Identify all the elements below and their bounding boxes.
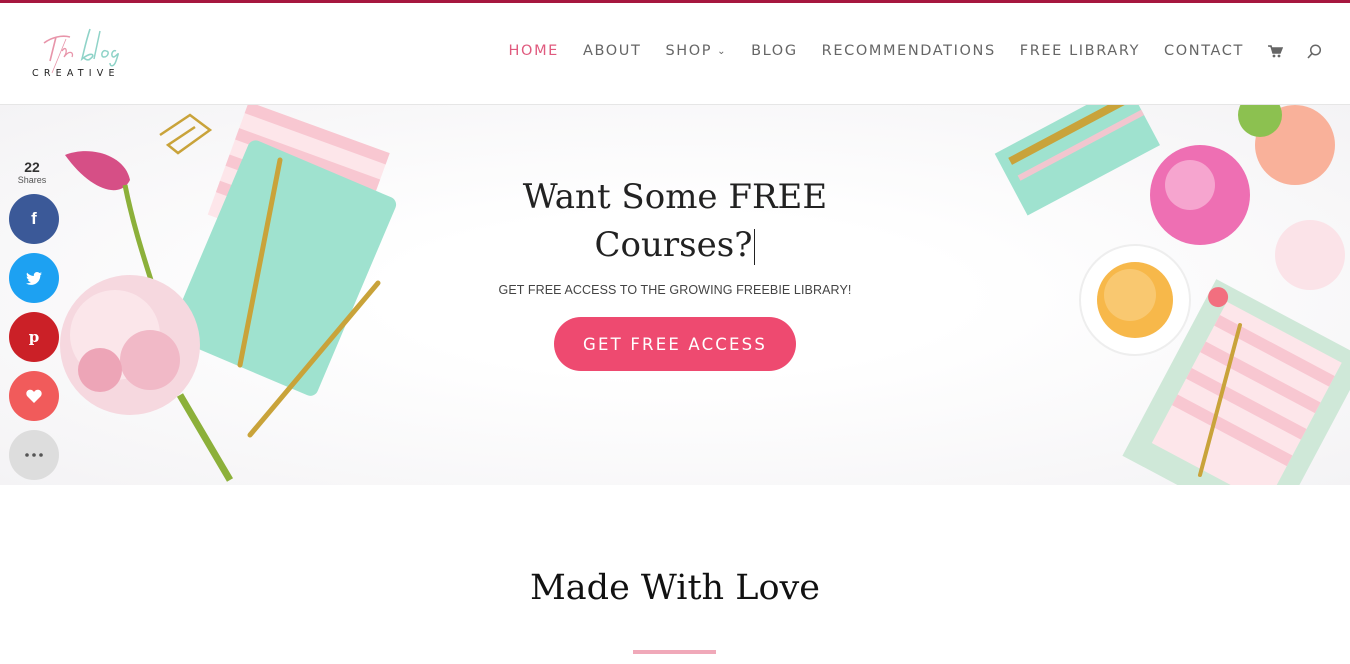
site-logo[interactable]: CREATIVE [30, 21, 155, 83]
section-divider [633, 650, 716, 654]
site-header: CREATIVE HOME ABOUT SHOP ⌄ BLOG RECOMMEND… [0, 3, 1350, 105]
typing-caret [754, 229, 756, 265]
nav-contact[interactable]: CONTACT [1164, 43, 1244, 59]
hero-content: Want Some FREE Courses? GET FREE ACCESS … [475, 173, 875, 371]
section-title: Made With Love [529, 568, 821, 608]
nav-recommendations[interactable]: RECOMMENDATIONS [822, 43, 996, 59]
share-count-label: Shares [17, 175, 47, 185]
facebook-share-button[interactable]: f [9, 194, 59, 244]
love-share-button[interactable] [9, 371, 59, 421]
hero-decor-left [60, 105, 397, 482]
twitter-share-button[interactable] [9, 253, 59, 303]
pinterest-icon: p [28, 328, 40, 346]
heart-icon [26, 389, 42, 403]
get-free-access-button[interactable]: GET FREE ACCESS [554, 317, 796, 371]
hero-subtitle: GET FREE ACCESS TO THE GROWING FREEBIE L… [498, 283, 852, 297]
more-dots-icon [25, 453, 43, 457]
social-share-bar: 22 Shares f p [9, 160, 59, 480]
nav-about[interactable]: ABOUT [583, 43, 642, 59]
hero-banner: Want Some FREE Courses? GET FREE ACCESS … [0, 105, 1350, 485]
logo-wordmark: CREATIVE [32, 68, 120, 79]
nav-home-label: HOME [508, 43, 559, 59]
hero-title-line1: Want Some FREE [522, 177, 828, 217]
twitter-icon [26, 271, 42, 285]
nav-free-library-label: FREE LIBRARY [1019, 43, 1141, 59]
share-count: 22 Shares [9, 159, 55, 186]
nav-recommendations-label: RECOMMENDATIONS [821, 43, 996, 59]
chevron-down-icon: ⌄ [717, 45, 728, 57]
hero-decor-right [994, 105, 1350, 485]
nav-shop-label: SHOP [665, 43, 713, 59]
nav-home[interactable]: HOME [509, 43, 559, 59]
main-nav: HOME ABOUT SHOP ⌄ BLOG RECOMMENDATIONS FR… [485, 43, 1322, 59]
nav-blog[interactable]: BLOG [751, 43, 798, 59]
search-icon[interactable] [1307, 43, 1322, 59]
facebook-icon: f [31, 209, 37, 228]
nav-free-library[interactable]: FREE LIBRARY [1020, 43, 1140, 59]
nav-about-label: ABOUT [582, 43, 642, 59]
share-count-number: 22 [24, 159, 40, 175]
nav-blog-label: BLOG [751, 43, 798, 59]
hero-title: Want Some FREE Courses? [475, 173, 875, 269]
more-share-button[interactable] [9, 430, 59, 480]
nav-shop[interactable]: SHOP ⌄ [665, 43, 727, 59]
cart-icon[interactable] [1268, 44, 1283, 58]
nav-contact-label: CONTACT [1164, 43, 1244, 59]
hero-title-line2: Courses? [594, 225, 753, 265]
pinterest-share-button[interactable]: p [9, 312, 59, 362]
logo-image: CREATIVE [32, 28, 120, 79]
